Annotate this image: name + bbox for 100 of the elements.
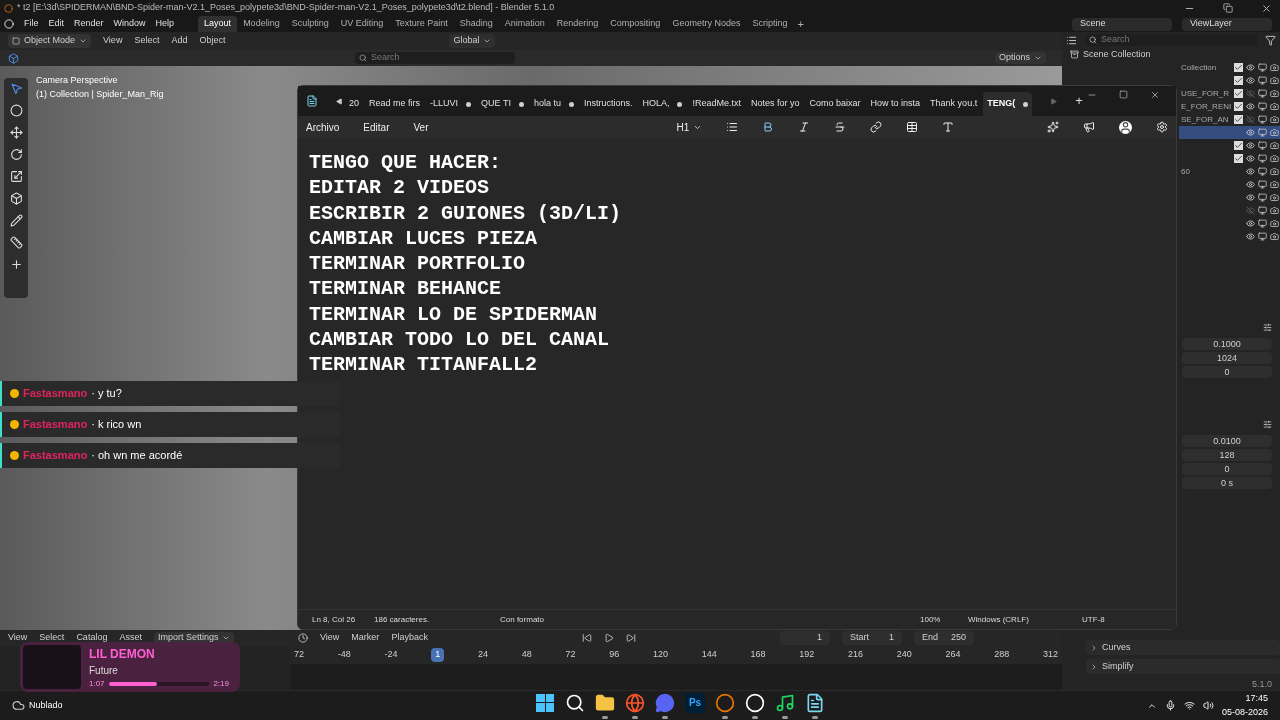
number-field[interactable]: 0 s [1182,477,1272,489]
notepad-menu-item[interactable]: Ver [413,119,429,135]
folder-icon[interactable] [595,692,615,713]
settings-icon[interactable] [1156,121,1168,133]
asset-menu-item[interactable]: Catalog [76,631,108,645]
add-workspace-button[interactable]: + [793,15,808,33]
eye-icon[interactable] [1246,102,1255,111]
workspace-tab[interactable]: Modeling [237,16,286,32]
maximize-icon[interactable] [1119,90,1128,99]
document-tab[interactable]: Como baixar [805,92,865,116]
eye-icon[interactable] [1246,167,1255,176]
close-icon[interactable] [1150,90,1160,100]
camera-icon[interactable] [1270,232,1279,241]
scene-selector[interactable]: Scene [1072,17,1172,31]
eye-icon[interactable] [1246,76,1255,85]
outliner-row[interactable]: Collection [1179,61,1280,74]
monitor-icon[interactable] [1258,193,1267,202]
sparkle-pen-icon[interactable] [1047,121,1059,133]
italic-icon[interactable] [798,121,811,133]
measure-tool-icon[interactable] [9,236,23,249]
outliner-row[interactable]: USE_FOR_R [1179,87,1280,100]
orientation-dropdown[interactable]: Global [449,34,496,48]
camera-icon[interactable] [1270,115,1279,124]
view-layer-selector[interactable]: ViewLayer [1182,17,1272,31]
viewport-search-field[interactable]: Search [355,52,515,64]
viewport-menu-item[interactable]: Select [134,34,160,48]
outliner-row[interactable]: SE_FOR_AN [1179,113,1280,126]
jump-end-icon[interactable] [625,633,636,643]
timeline-menu-item[interactable]: View [320,631,340,645]
list-icon[interactable] [726,121,739,133]
checkbox-icon[interactable] [1234,154,1243,163]
monitor-icon[interactable] [1258,141,1267,150]
number-field[interactable]: 0.1000 [1182,338,1272,350]
workspace-tab[interactable]: Rendering [550,16,605,32]
play-icon[interactable] [603,633,614,643]
camera-icon[interactable] [1270,219,1279,228]
select-box-icon[interactable] [8,52,19,64]
workspace-tab[interactable]: Texture Paint [389,16,454,32]
document-tab[interactable]: Thank you.t [926,92,982,116]
number-field[interactable]: 1024 [1182,352,1272,364]
start-frame-field[interactable]: Start 1 [841,631,902,645]
clock-date[interactable]: 05-08-2026 [1221,705,1268,719]
new-tab-button[interactable]: + [1075,91,1083,111]
eye-icon[interactable] [1246,232,1255,241]
outliner-search-field[interactable]: Search [1085,34,1257,46]
number-field[interactable]: 128 [1182,449,1272,461]
monitor-icon[interactable] [1258,63,1267,72]
monitor-icon[interactable] [1258,102,1267,111]
camera-icon[interactable] [1270,167,1279,176]
cursor-tool-icon[interactable] [9,104,23,117]
asset-menu-item[interactable]: Select [39,631,65,645]
document-tab[interactable]: Instructions. [579,92,637,116]
outliner-row[interactable]: E_FOR_RENI [1179,100,1280,113]
chat-icon[interactable] [655,692,675,713]
document-tab[interactable]: Read me firs [365,92,425,116]
volume-icon[interactable] [1202,700,1214,711]
zoom-level[interactable]: 100% [920,613,968,626]
monitor-icon[interactable] [1258,206,1267,215]
clear-format-icon[interactable] [942,121,955,133]
document-tab[interactable]: HOLA, [638,92,687,116]
bold-icon[interactable] [762,121,775,133]
heading-dropdown[interactable]: H1 [676,119,703,135]
checkbox-icon[interactable] [1234,102,1243,111]
document-tab[interactable]: Notes for yo [747,92,804,116]
workspace-tab[interactable]: Shading [453,16,499,32]
eye-icon[interactable] [1246,193,1255,202]
timeline-editor-icon[interactable] [298,633,308,643]
camera-icon[interactable] [1270,128,1279,137]
jump-start-icon[interactable] [581,633,592,643]
eye-icon[interactable] [1246,128,1255,137]
music-icon[interactable] [775,692,795,713]
monitor-icon[interactable] [1258,128,1267,137]
workspace-tab[interactable]: Sculpting [285,16,335,32]
network-icon[interactable] [1183,700,1195,711]
workspace-tab[interactable]: Geometry Nodes [666,16,747,32]
document-tab[interactable]: How to insta [866,92,925,116]
weather-label[interactable]: Nublado [29,698,63,713]
eye-icon[interactable] [1246,180,1255,189]
asset-menu-item[interactable]: View [8,631,28,645]
monitor-icon[interactable] [1258,232,1267,241]
checkbox-icon[interactable] [1234,89,1243,98]
number-field[interactable]: 0 [1182,366,1272,378]
document-tab[interactable]: !ReadMe.txt [688,92,745,116]
record-icon[interactable] [745,692,765,713]
workspace-tab[interactable]: Animation [498,16,551,32]
camera-icon[interactable] [1270,63,1279,72]
menu-item[interactable]: Help [155,17,175,31]
workspace-tab[interactable]: Scripting [746,16,794,32]
camera-icon[interactable] [1270,180,1279,189]
notepad-menu-item[interactable]: Editar [363,119,390,135]
display-mode-icon[interactable] [1066,34,1077,46]
line-endings[interactable]: Windows (CRLF) [968,613,1082,626]
menu-item[interactable]: Render [74,17,104,31]
select-tool-icon[interactable] [9,82,23,95]
rotate-tool-icon[interactable] [9,148,23,161]
monitor-icon[interactable] [1258,219,1267,228]
document-tab[interactable]: TENG( [983,92,1033,116]
restore-icon[interactable] [1223,3,1233,13]
number-field[interactable]: 0 [1182,463,1272,475]
transform-tool-icon[interactable] [9,192,23,205]
